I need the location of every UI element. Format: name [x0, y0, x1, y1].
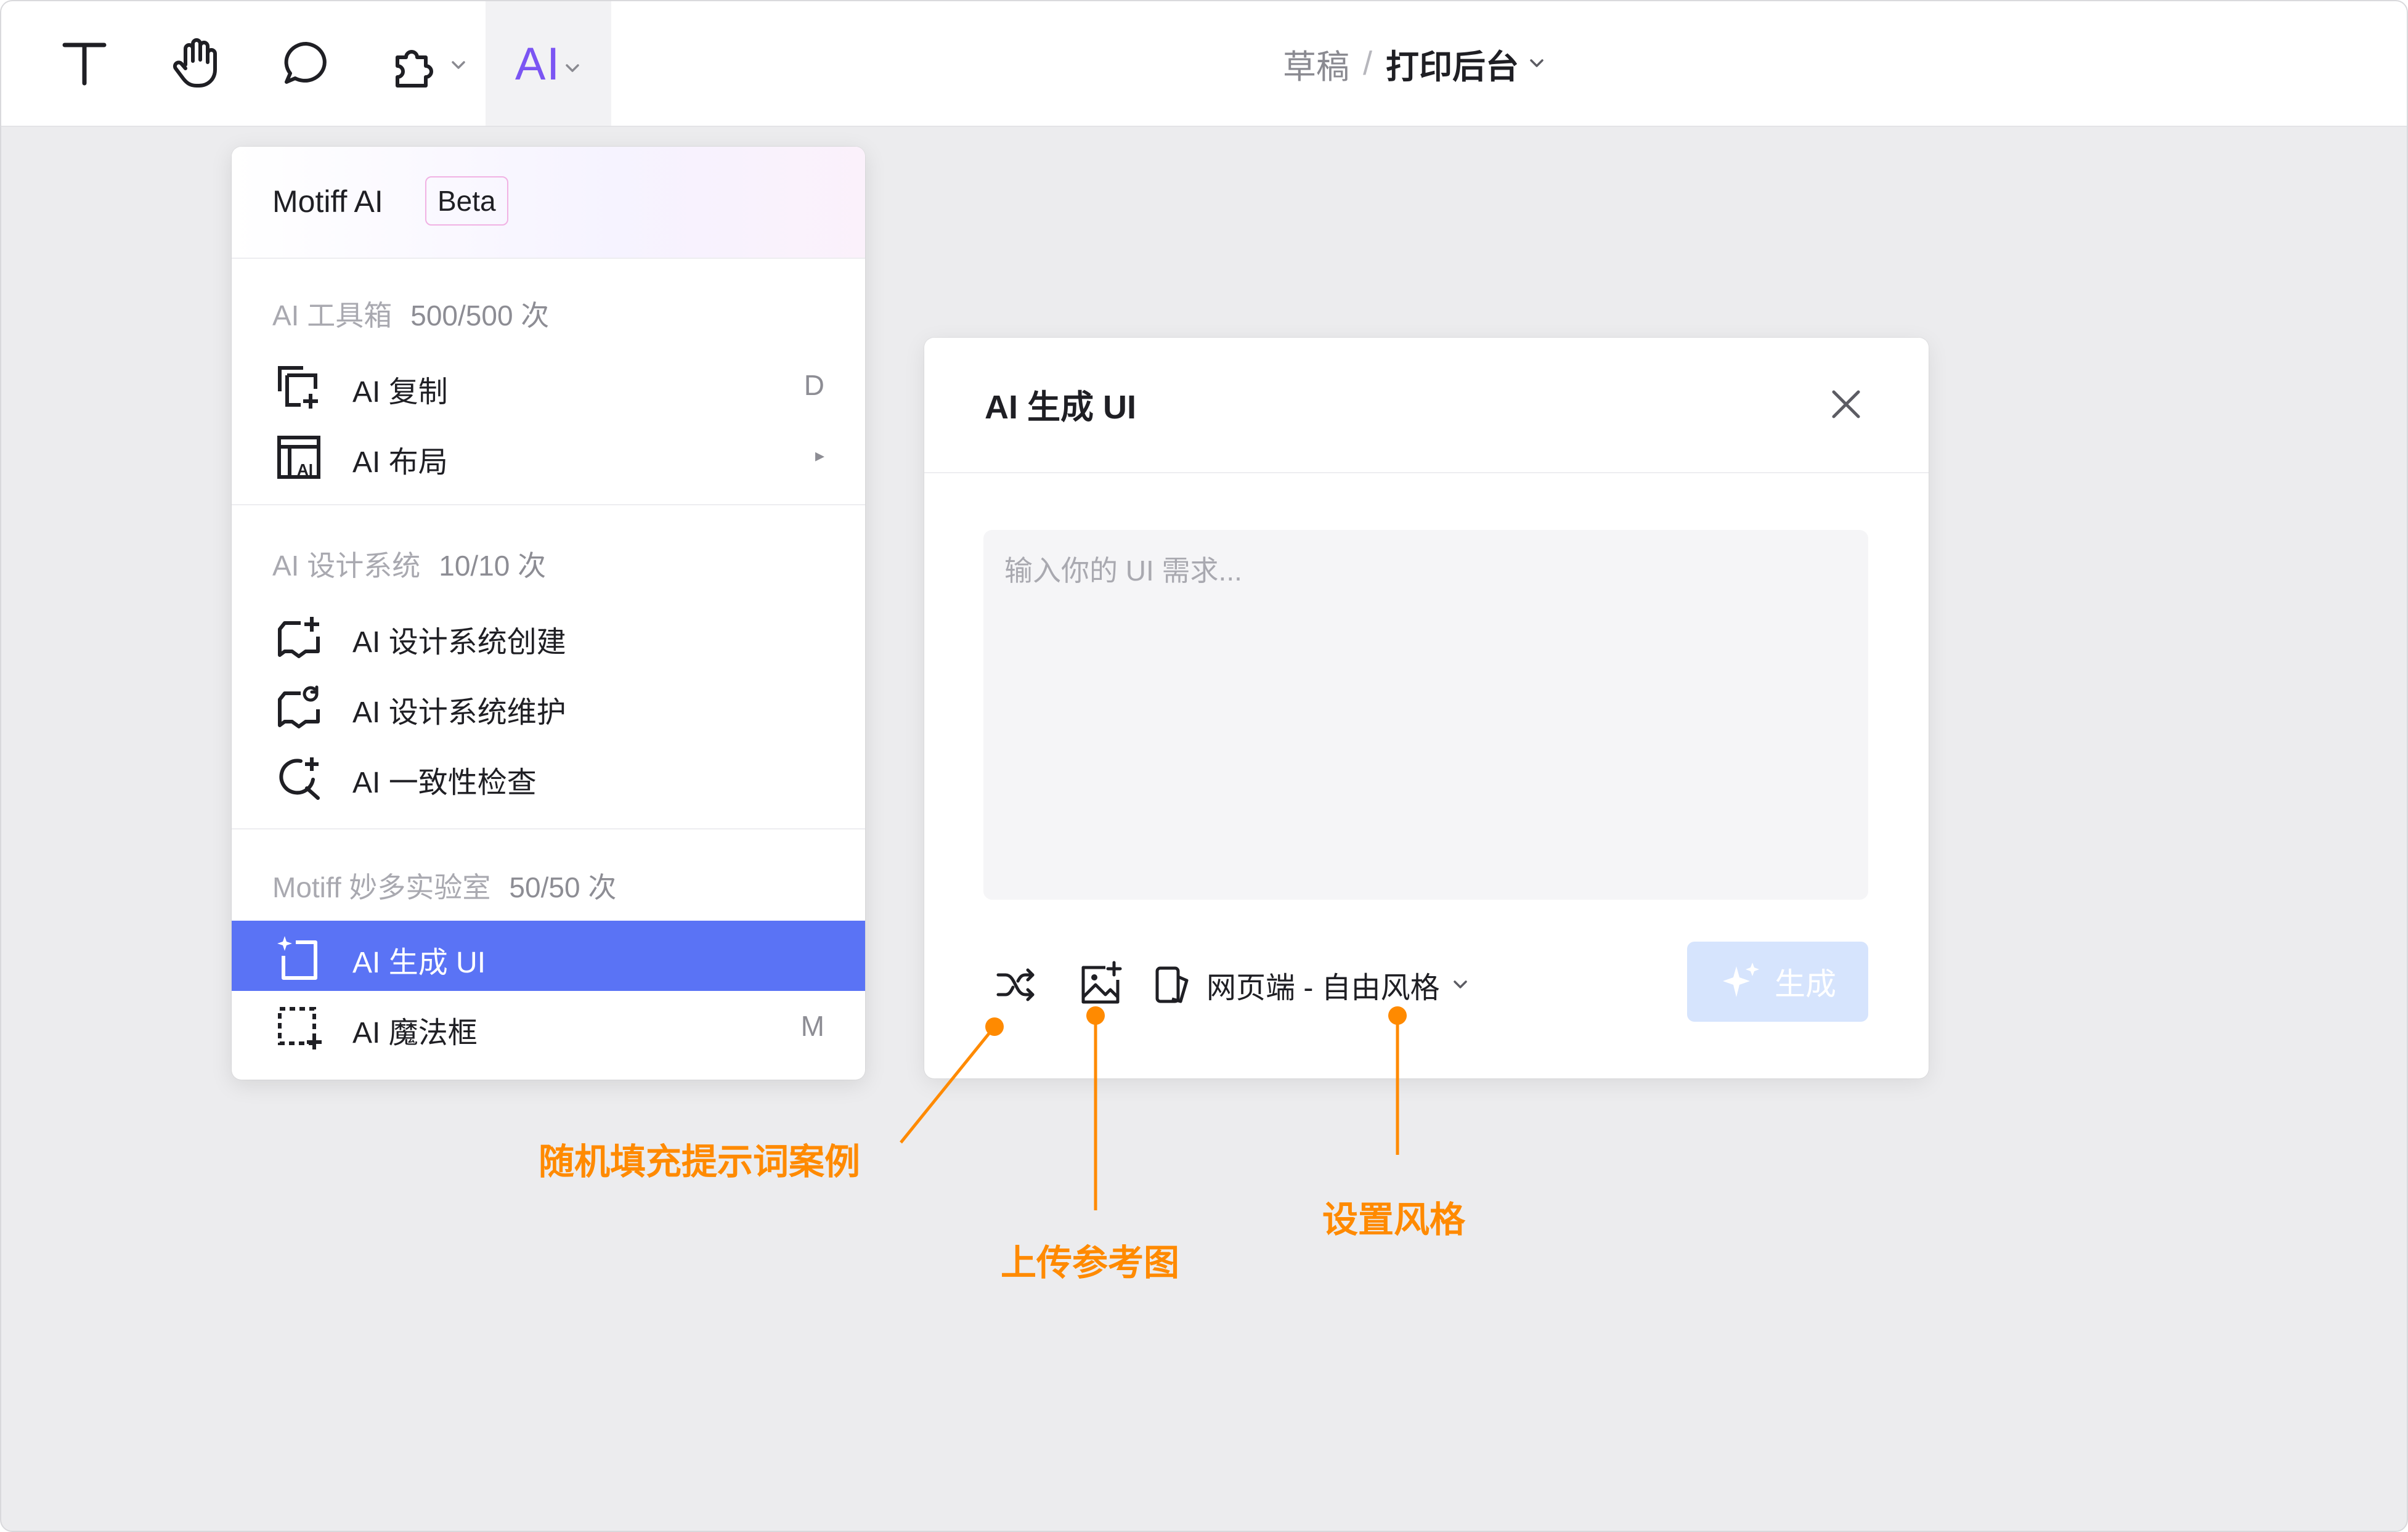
annotation-random-fill: 随机填充提示词案例 [539, 1142, 861, 1182]
annotation-set-style: 设置风格 [1322, 1200, 1466, 1240]
annotation-upload-reference: 上传参考图 [1001, 1243, 1180, 1283]
app-window: AI 草稿 / 打印后台 Motiff AI Beta AI 工具箱 500/50… [0, 0, 2408, 1532]
annotation-lines [900, 1006, 1407, 1210]
